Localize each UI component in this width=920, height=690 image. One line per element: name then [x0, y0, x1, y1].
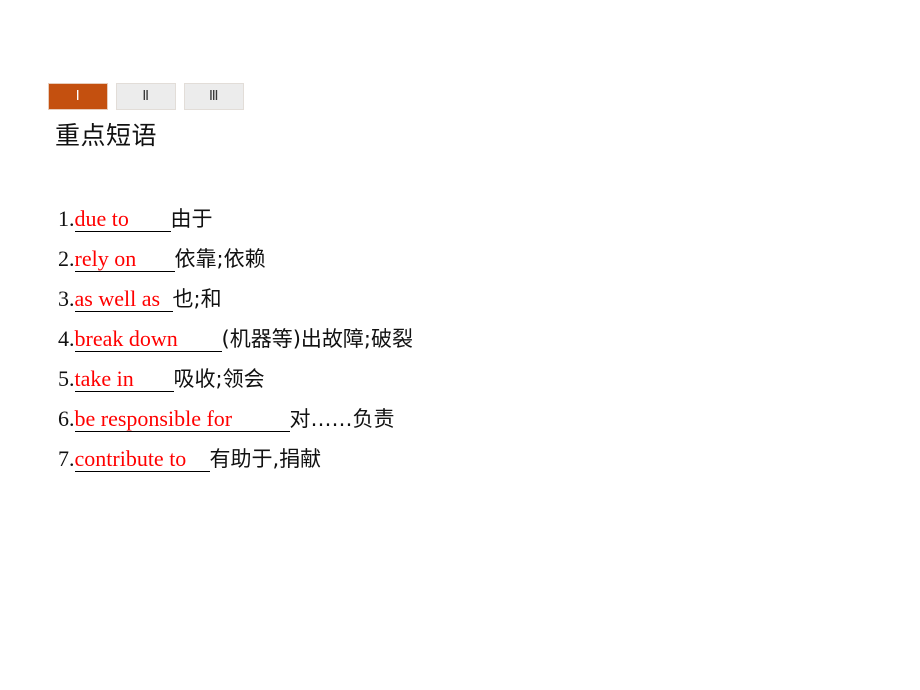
phrase-meaning: (机器等)出故障;破裂 — [221, 327, 413, 351]
phrase-answer-blank[interactable]: as well as — [74, 288, 173, 312]
phrase-answer-blank[interactable]: rely on — [74, 248, 175, 272]
phrase-meaning: 由于 — [170, 207, 213, 231]
tab-one[interactable]: Ⅰ — [48, 83, 108, 110]
phrase-row: 1. due to 由于 — [58, 203, 898, 243]
tab-two-label: Ⅱ — [142, 89, 150, 104]
phrase-answer-blank[interactable]: due to — [74, 208, 171, 232]
phrase-index: 5. — [58, 366, 75, 391]
phrase-row: 4. break down (机器等)出故障;破裂 — [58, 323, 898, 363]
phrase-index: 6. — [58, 406, 75, 431]
phrase-answer-blank[interactable]: be responsible for — [74, 408, 290, 432]
tab-two[interactable]: Ⅱ — [116, 83, 176, 110]
phrase-meaning: 对……负责 — [289, 407, 395, 431]
phrase-answer-blank[interactable]: contribute to — [74, 448, 210, 472]
tab-three[interactable]: Ⅲ — [184, 83, 244, 110]
phrase-meaning: 依靠;依赖 — [174, 247, 266, 271]
phrase-index: 3. — [58, 286, 75, 311]
phrase-index: 1. — [58, 206, 75, 231]
phrase-answer-blank[interactable]: take in — [74, 368, 174, 392]
phrase-row: 7. contribute to 有助于,捐献 — [58, 443, 898, 483]
phrase-row: 3. as well as 也;和 — [58, 283, 898, 323]
phrase-index: 2. — [58, 246, 75, 271]
phrase-index: 7. — [58, 446, 75, 471]
phrase-row: 5. take in 吸收;领会 — [58, 363, 898, 403]
tab-one-label: Ⅰ — [75, 89, 81, 104]
phrase-meaning: 有助于,捐献 — [209, 447, 322, 471]
tab-bar: Ⅰ Ⅱ Ⅲ — [48, 83, 244, 110]
phrase-meaning: 吸收;领会 — [173, 367, 265, 391]
phrase-index: 4. — [58, 326, 75, 351]
tab-three-label: Ⅲ — [208, 89, 220, 104]
phrase-row: 6. be responsible for 对……负责 — [58, 403, 898, 443]
section-heading: 重点短语 — [55, 121, 158, 150]
phrase-meaning: 也;和 — [172, 287, 222, 311]
phrase-answer-blank[interactable]: break down — [74, 328, 222, 352]
phrase-row: 2. rely on 依靠;依赖 — [58, 243, 898, 283]
phrase-list: 1. due to 由于 2. rely on 依靠;依赖 3. as well as 也;和 4… — [58, 203, 898, 483]
